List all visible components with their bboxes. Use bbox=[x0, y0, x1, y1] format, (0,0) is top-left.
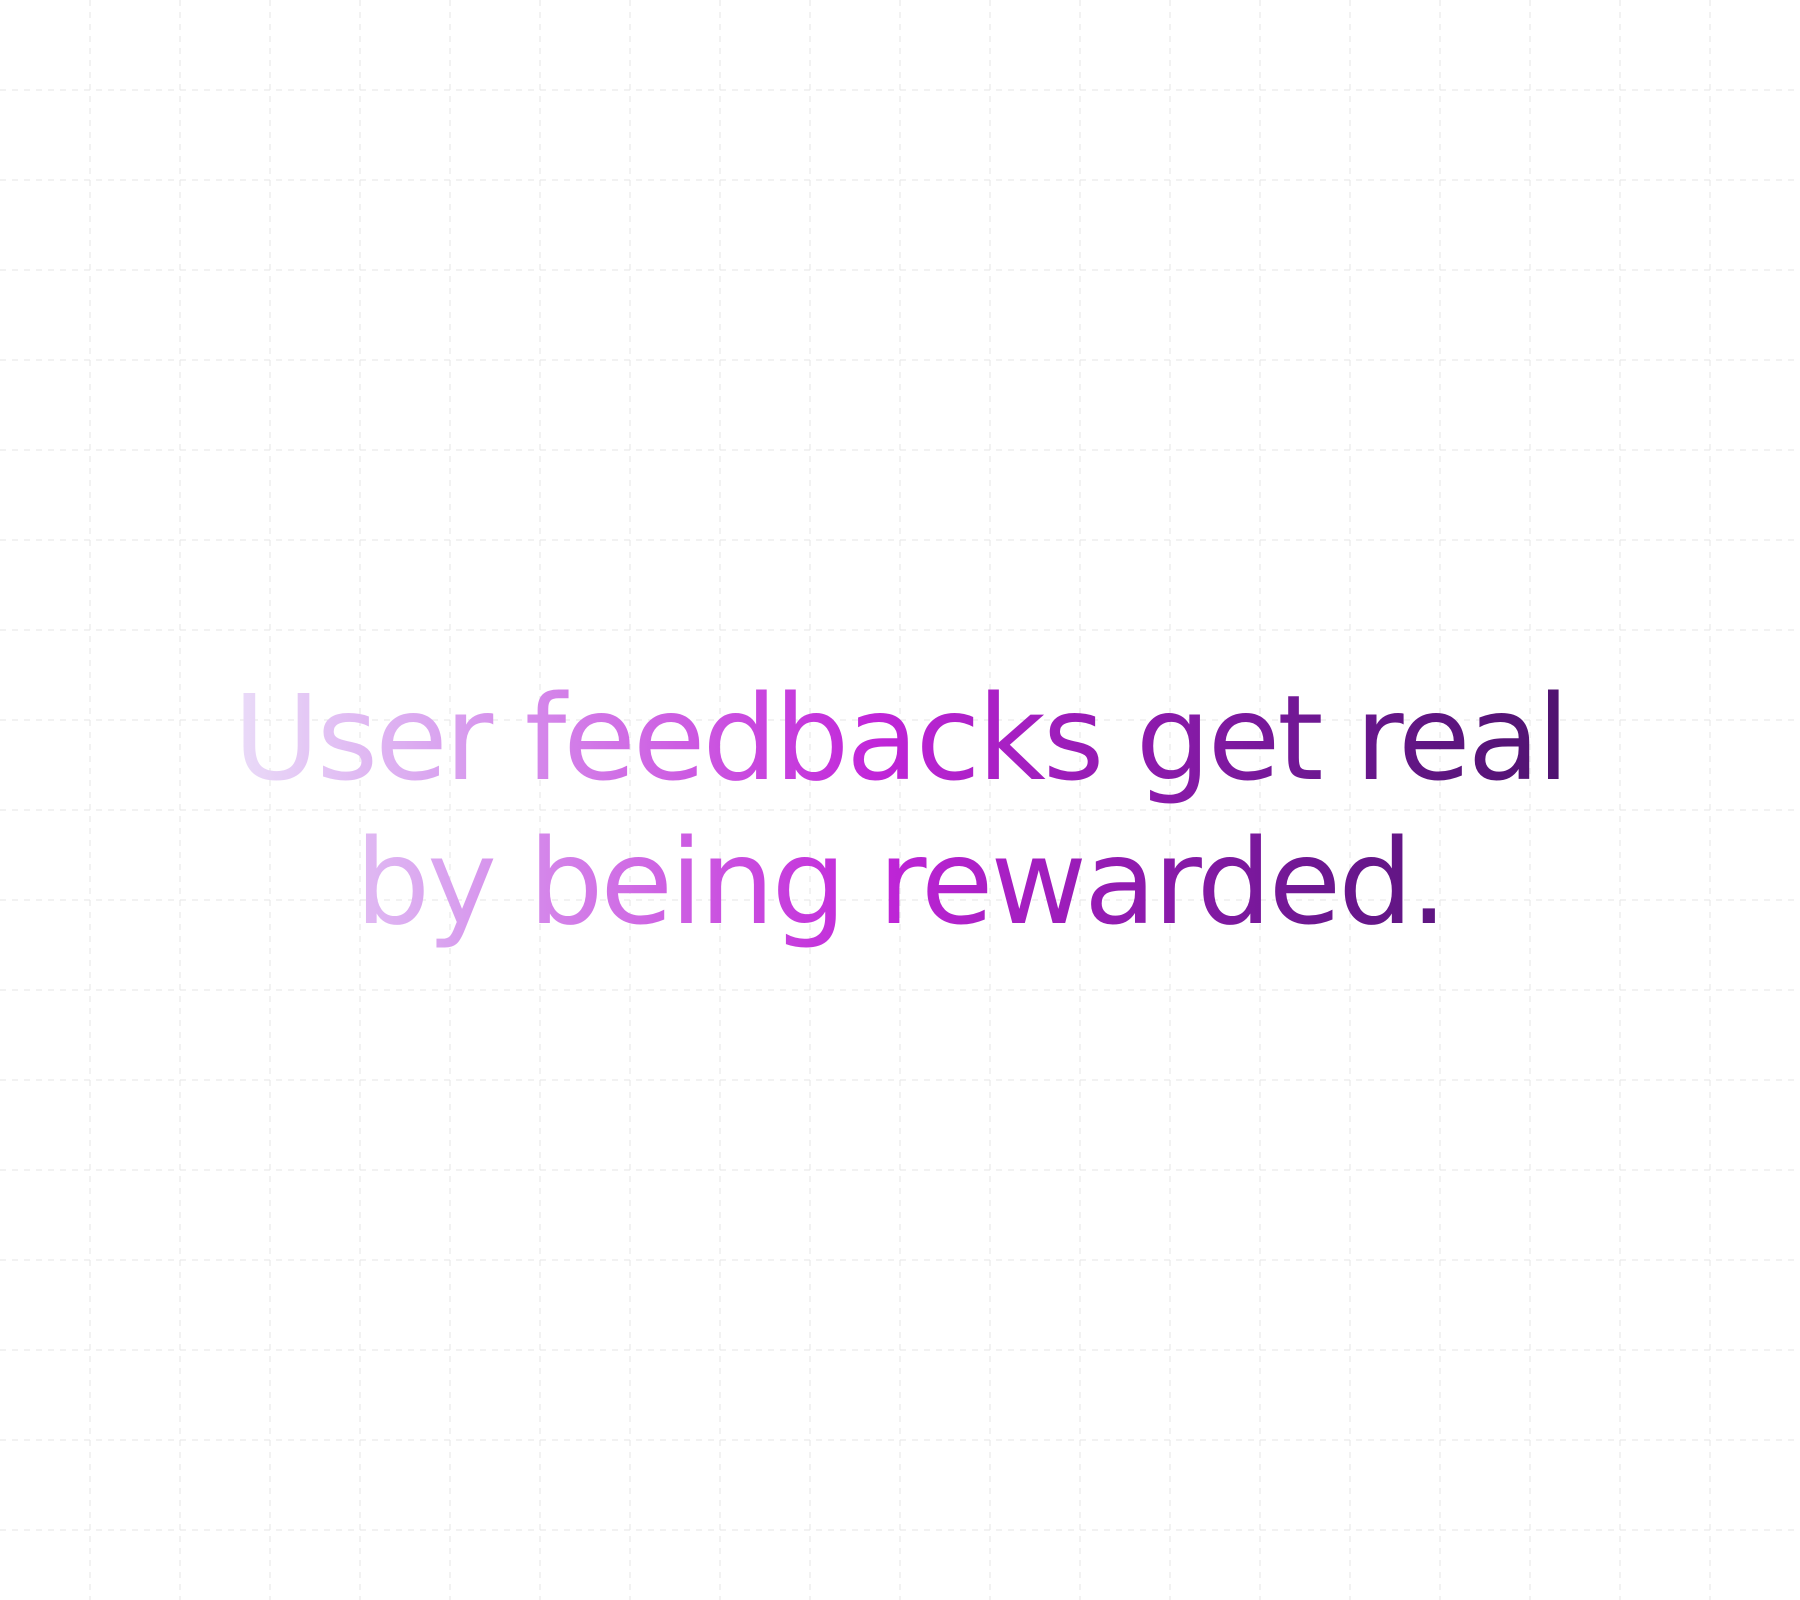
page-canvas: User feedbacks get real by being rewarde… bbox=[0, 0, 1800, 1600]
headline-line-2: by being rewarded. bbox=[355, 813, 1445, 951]
headline-line-1: User feedbacks get real bbox=[233, 669, 1567, 807]
headline-container: User feedbacks get real by being rewarde… bbox=[0, 666, 1800, 954]
headline: User feedbacks get real by being rewarde… bbox=[233, 666, 1566, 954]
